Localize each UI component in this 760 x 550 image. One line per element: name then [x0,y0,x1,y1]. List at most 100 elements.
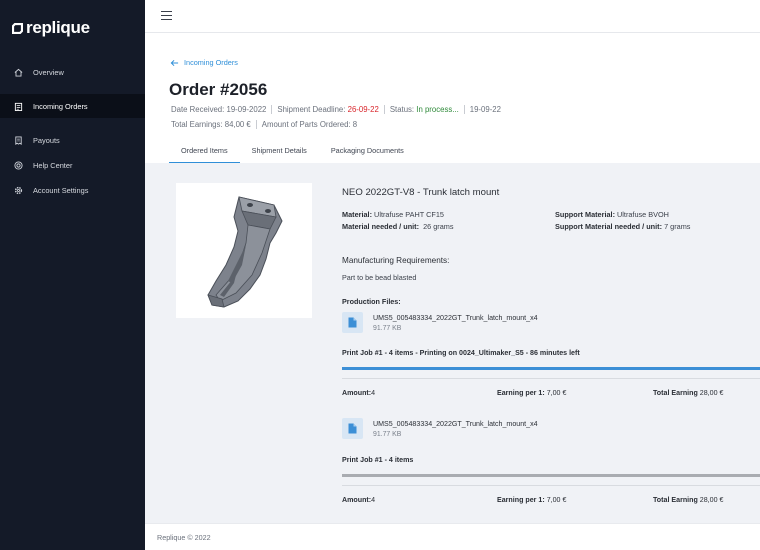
order-header: Incoming Orders Order #2056 Date Receive… [145,33,760,163]
part-title: NEO 2022GT-V8 - Trunk latch mount [342,187,500,198]
material-needed-row: Material needed / unit: 26 grams [342,222,454,231]
date-received-label: Date Received: [171,105,225,114]
amount-cell: Amount:4 [342,389,375,397]
hamburger-menu-icon[interactable] [161,11,172,21]
part-render [207,196,283,308]
sidebar-item-label: Help Center [33,160,73,170]
back-link[interactable]: Incoming Orders [170,58,238,67]
amount-value: 4 [371,389,376,397]
tab-packaging-documents[interactable]: Packaging Documents [319,139,416,163]
file-name[interactable]: UMS5_005483334_2022GT_Trunk_latch_mount_… [373,314,538,322]
earning-per-label: Earning per 1: [497,496,545,504]
production-file: UMS5_005483334_2022GT_Trunk_latch_mount_… [342,312,742,336]
footer: Replique © 2022 [145,523,760,550]
total-earning-value: 28,00 € [699,389,724,397]
sidebar-item-label: Payouts [33,135,60,145]
earning-per-label: Earning per 1: [497,389,545,397]
ordered-item-panel: NEO 2022GT-V8 - Trunk latch mount Materi… [145,163,760,523]
footer-copyright: Replique © 2022 [157,533,211,542]
parts-ordered-label: Amount of Parts Ordered: [261,120,351,129]
gear-icon [14,186,23,195]
status-date: 19-09-22 [469,105,501,114]
earning-per-cell: Earning per 1: 7,00 € [497,496,566,504]
total-earning-cell: Total Earning 28,00 € [653,496,723,504]
sidebar-item-label: Incoming Orders [33,101,88,111]
material-needed-label: Material needed / unit: [342,222,420,231]
order-meta-row: Date Received: 19-09-2022 Shipment Deadl… [171,105,501,114]
sidebar-item-overview[interactable]: Overview [0,60,145,84]
top-bar [145,0,760,33]
total-earning-label: Total Earning [653,496,698,504]
file-icon[interactable] [342,418,363,439]
date-received-value: 19-09-2022 [226,105,267,114]
material-value: Ultrafuse PAHT CF15 [374,210,444,219]
lifebuoy-icon [14,160,23,170]
amount-value: 4 [371,496,376,504]
production-files-label: Production Files: [342,297,401,306]
logo-mark-icon [12,22,23,34]
support-needed-row: Support Material needed / unit: 7 grams [555,222,690,231]
divider [342,378,760,379]
divider [383,105,385,114]
status-badge: In process... [416,105,459,114]
order-totals-row: Total Earnings: 84,00 € Amount of Parts … [171,120,357,129]
arrow-left-icon [170,59,179,66]
divider [342,485,760,486]
divider [271,105,273,114]
sidebar-item-account-settings[interactable]: Account Settings [0,178,145,202]
divider [255,120,257,129]
clipboard-icon [14,102,23,111]
total-earning-cell: Total Earning 28,00 € [653,389,723,397]
tab-shipment-details[interactable]: Shipment Details [240,139,319,163]
page-title: Order #2056 [169,80,268,99]
total-earnings-label: Total Earnings: [171,120,223,129]
material-label: Material: [342,210,373,219]
earning-per-value: 7,00 € [546,389,567,397]
amount-label: Amount: [342,496,372,504]
parts-ordered-value: 8 [352,120,358,129]
shipment-deadline-label: Shipment Deadline: [277,105,346,114]
sidebar-item-payouts[interactable]: Payouts [0,128,145,152]
sidebar-item-help-center[interactable]: Help Center [0,153,145,177]
status-label: Status: [389,105,415,114]
amount-cell: Amount:4 [342,496,375,504]
print-job-label: Print Job #1 - 4 items - Printing on 002… [342,349,580,357]
file-icon[interactable] [342,312,363,333]
file-size: 91.77 KB [373,325,402,332]
home-icon [14,68,23,77]
sidebar: replique Overview Incoming Orders Payout… [0,0,145,550]
support-needed-label: Support Material needed / unit: [555,222,663,231]
total-earning-value: 28,00 € [699,496,724,504]
production-file: UMS5_005483334_2022GT_Trunk_latch_mount_… [342,418,742,442]
material-needed-value: 26 grams [423,222,454,231]
sidebar-item-label: Account Settings [33,185,89,195]
support-material-label: Support Material: [555,210,615,219]
divider [463,105,465,114]
sidebar-item-label: Overview [33,67,64,77]
sidebar-nav: Overview Incoming Orders Payouts Help Ce… [0,60,145,202]
file-info: UMS5_005483334_2022GT_Trunk_latch_mount_… [373,312,538,332]
earning-per-value: 7,00 € [546,496,567,504]
file-name[interactable]: UMS5_005483334_2022GT_Trunk_latch_mount_… [373,420,538,428]
tab-ordered-items[interactable]: Ordered Items [169,139,240,163]
logo[interactable]: replique [12,18,90,38]
amount-label: Amount: [342,389,372,397]
receipt-icon [14,135,23,145]
sidebar-item-incoming-orders[interactable]: Incoming Orders [0,94,145,118]
back-link-label: Incoming Orders [184,58,238,67]
support-material-row: Support Material: Ultrafuse BVOH [555,210,669,219]
print-job-progress-bar [342,367,760,370]
print-job-progress-bar [342,474,760,477]
requirements-text: Part to be bead blasted [342,273,417,282]
total-earning-label: Total Earning [653,389,698,397]
tab-bar: Ordered Items Shipment Details Packaging… [169,139,416,163]
file-size: 91.77 KB [373,431,402,438]
logo-text: replique [26,18,90,37]
file-info: UMS5_005483334_2022GT_Trunk_latch_mount_… [373,418,538,438]
support-material-value: Ultrafuse BVOH [617,210,669,219]
material-row: Material: Ultrafuse PAHT CF15 [342,210,444,219]
earning-per-cell: Earning per 1: 7,00 € [497,389,566,397]
requirements-title: Manufacturing Requirements: [342,256,450,265]
shipment-deadline-value: 26-09-22 [347,105,379,114]
total-earnings-value: 84,00 € [224,120,251,129]
